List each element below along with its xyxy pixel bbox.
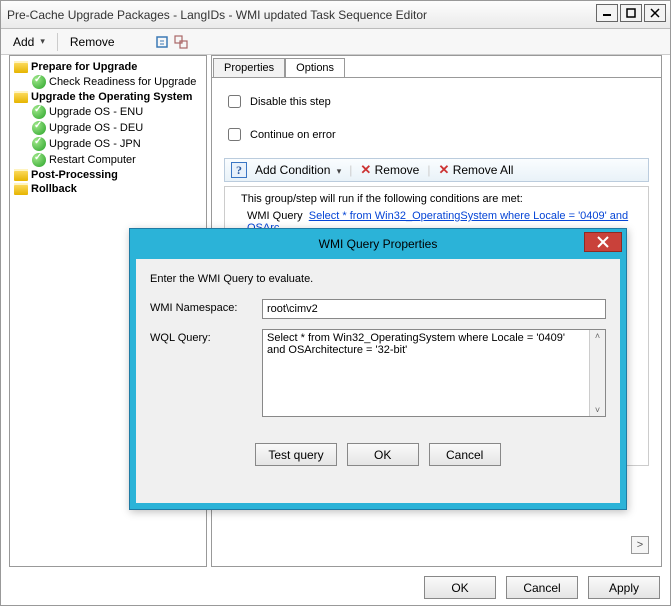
wmi-query-dialog: WMI Query Properties Enter the WMI Query… [129, 228, 627, 510]
remove-all-conditions-label: Remove All [453, 163, 514, 177]
add-condition-menu[interactable]: Add Condition [255, 163, 341, 177]
remove-condition-label: Remove [375, 163, 420, 177]
wql-query-field: ˄ ˅ [262, 329, 606, 417]
continue-on-error-label: Continue on error [250, 129, 336, 141]
continue-on-error-input[interactable] [228, 128, 241, 141]
tree-group-rollback[interactable]: Rollback [12, 182, 204, 196]
folder-icon [14, 183, 28, 195]
wmi-namespace-input[interactable] [262, 299, 606, 319]
toolbar-divider: | [427, 163, 430, 177]
minimize-button[interactable] [596, 4, 618, 22]
dialog-cancel-button[interactable]: Cancel [429, 443, 501, 466]
tree-label: Upgrade OS - JPN [49, 138, 141, 150]
textarea-scrollbar[interactable]: ˄ ˅ [589, 330, 605, 416]
dialog-close-button[interactable] [584, 232, 622, 252]
add-condition-label: Add Condition [255, 163, 330, 177]
wmi-namespace-label: WMI Namespace: [150, 299, 262, 314]
tree-label: Check Readiness for Upgrade [49, 76, 196, 88]
tree-label: Post-Processing [31, 169, 118, 181]
window-titlebar: Pre-Cache Upgrade Packages - LangIDs - W… [1, 1, 670, 29]
check-icon [32, 105, 46, 119]
folder-icon [14, 91, 28, 103]
apply-button[interactable]: Apply [588, 576, 660, 599]
check-icon [32, 75, 46, 89]
scroll-up-icon: ˄ [595, 331, 600, 341]
conditions-description: This group/step will run if the followin… [231, 191, 642, 209]
add-label: Add [13, 35, 34, 49]
tree-label: Prepare for Upgrade [31, 61, 137, 73]
tree-step-check-readiness[interactable]: Check Readiness for Upgrade [30, 74, 204, 90]
tab-properties[interactable]: Properties [213, 58, 285, 78]
tab-label: Properties [224, 62, 274, 74]
remove-all-icon: ✕ [438, 162, 449, 177]
remove-button[interactable]: Remove [64, 33, 121, 51]
tab-label: Options [296, 62, 334, 74]
window-title: Pre-Cache Upgrade Packages - LangIDs - W… [7, 8, 427, 22]
continue-on-error-checkbox[interactable]: Continue on error [224, 125, 649, 144]
remove-all-conditions-button[interactable]: ✕ Remove All [438, 162, 513, 178]
toolbar-icon-2[interactable] [173, 34, 189, 50]
remove-condition-button[interactable]: ✕ Remove [360, 162, 419, 178]
remove-icon: ✕ [360, 162, 371, 177]
check-icon [32, 121, 46, 135]
scroll-right-button[interactable]: > [631, 536, 649, 554]
tree-step-upgrade-deu[interactable]: Upgrade OS - DEU [30, 120, 204, 136]
condition-type: WMI Query [247, 210, 303, 222]
tree-group-upgrade-os[interactable]: Upgrade the Operating System [12, 90, 204, 104]
toolbar-separator [57, 33, 58, 51]
tree-step-restart[interactable]: Restart Computer [30, 152, 204, 168]
check-icon [32, 137, 46, 151]
tree-group-post-processing[interactable]: Post-Processing [12, 168, 204, 182]
toolbar-icon-1[interactable] [155, 34, 171, 50]
scroll-down-icon: ˅ [595, 405, 600, 415]
folder-icon [14, 169, 28, 181]
cancel-button[interactable]: Cancel [506, 576, 578, 599]
folder-icon [14, 61, 28, 73]
maximize-button[interactable] [620, 4, 642, 22]
main-toolbar: Add Remove [1, 29, 670, 55]
toolbar-divider: | [349, 163, 352, 177]
dialog-main-buttons: OK Cancel Apply [424, 576, 660, 599]
dialog-title: WMI Query Properties [319, 237, 438, 251]
close-button[interactable] [644, 4, 666, 22]
tree-label: Upgrade the Operating System [31, 91, 192, 103]
tree-group-prepare[interactable]: Prepare for Upgrade [12, 60, 204, 74]
disable-step-label: Disable this step [250, 96, 331, 108]
remove-label: Remove [70, 35, 115, 49]
help-icon[interactable]: ? [231, 162, 247, 178]
tree-step-upgrade-jpn[interactable]: Upgrade OS - JPN [30, 136, 204, 152]
tree-label: Restart Computer [49, 154, 136, 166]
dialog-body: Enter the WMI Query to evaluate. WMI Nam… [130, 259, 626, 509]
dialog-titlebar[interactable]: WMI Query Properties [130, 229, 626, 259]
tree-label: Upgrade OS - DEU [49, 122, 143, 134]
ok-button[interactable]: OK [424, 576, 496, 599]
dialog-ok-button[interactable]: OK [347, 443, 419, 466]
wql-query-textarea[interactable] [263, 330, 589, 416]
disable-step-input[interactable] [228, 95, 241, 108]
test-query-button[interactable]: Test query [255, 443, 336, 466]
tree-label: Upgrade OS - ENU [49, 106, 143, 118]
disable-step-checkbox[interactable]: Disable this step [224, 92, 649, 111]
condition-toolbar: ? Add Condition | ✕ Remove | ✕ Remove Al… [224, 158, 649, 182]
dialog-intro: Enter the WMI Query to evaluate. [150, 273, 606, 285]
add-menu[interactable]: Add [7, 33, 51, 51]
dialog-buttons: Test query OK Cancel [150, 443, 606, 466]
wql-query-label: WQL Query: [150, 329, 262, 344]
tree-label: Rollback [31, 183, 77, 195]
check-icon [32, 153, 46, 167]
tree-step-upgrade-enu[interactable]: Upgrade OS - ENU [30, 104, 204, 120]
tab-options[interactable]: Options [285, 58, 345, 78]
